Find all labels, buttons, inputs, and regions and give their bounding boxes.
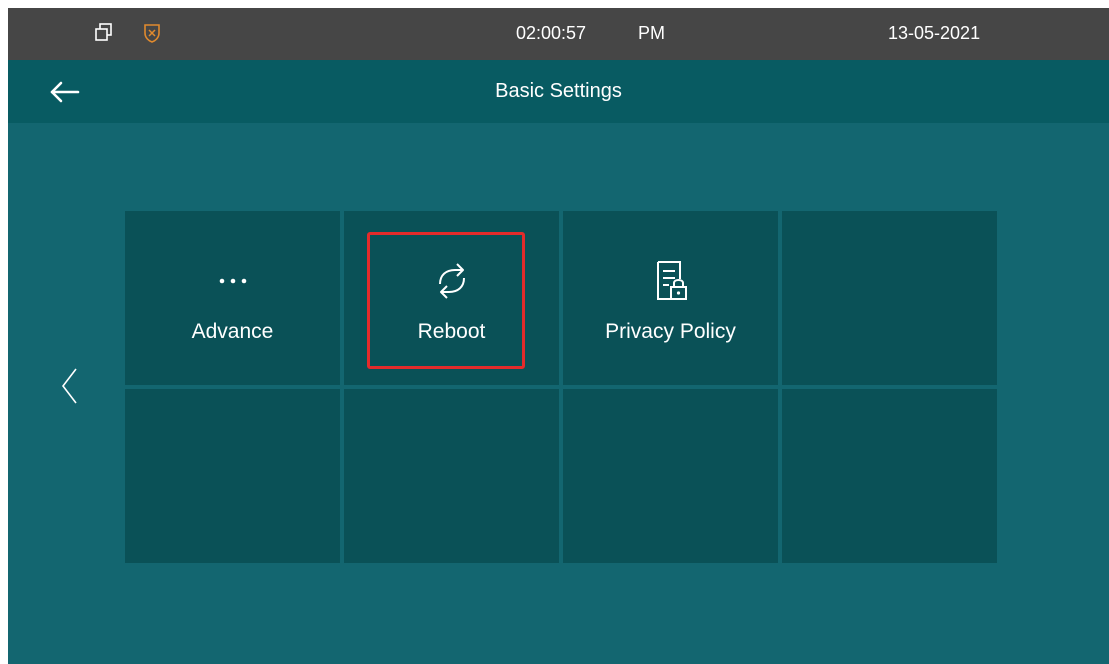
clock-ampm: PM <box>638 23 665 43</box>
page-title: Basic Settings <box>495 80 622 102</box>
chevron-left-icon <box>61 368 77 404</box>
title-bar: Basic Settings <box>8 60 1109 123</box>
settings-grid: Advance Reboot Privacy Policy <box>125 211 999 563</box>
tile-label-privacy-policy: Privacy Policy <box>605 320 736 343</box>
back-button[interactable] <box>48 78 84 106</box>
tile-label-advance: Advance <box>191 320 274 343</box>
tile-empty <box>344 389 559 563</box>
tile-empty <box>782 389 997 563</box>
previous-page-button[interactable] <box>58 366 82 406</box>
tile-empty <box>125 389 340 563</box>
arrow-left-icon <box>50 81 80 103</box>
more-dots-icon <box>212 257 254 305</box>
status-bar: 02:00:57 PM 13-05-2021 <box>8 8 1109 60</box>
tile-label-reboot: Reboot <box>417 320 486 343</box>
privacy-document-lock-icon <box>650 257 692 305</box>
status-date: 13-05-2021 <box>888 23 981 43</box>
reboot-icon <box>431 257 473 305</box>
tile-privacy-policy[interactable]: Privacy Policy <box>563 211 778 385</box>
tile-advance[interactable]: Advance <box>125 211 340 385</box>
clock-time: 02:00:57 <box>516 23 587 43</box>
device-screen: 02:00:57 PM 13-05-2021 Basic Settings Ad… <box>8 8 1109 664</box>
tile-empty <box>563 389 778 563</box>
shield-icon <box>142 22 162 44</box>
tile-reboot[interactable]: Reboot <box>344 211 559 385</box>
multi-window-icon <box>94 22 114 44</box>
tile-empty <box>782 211 997 385</box>
